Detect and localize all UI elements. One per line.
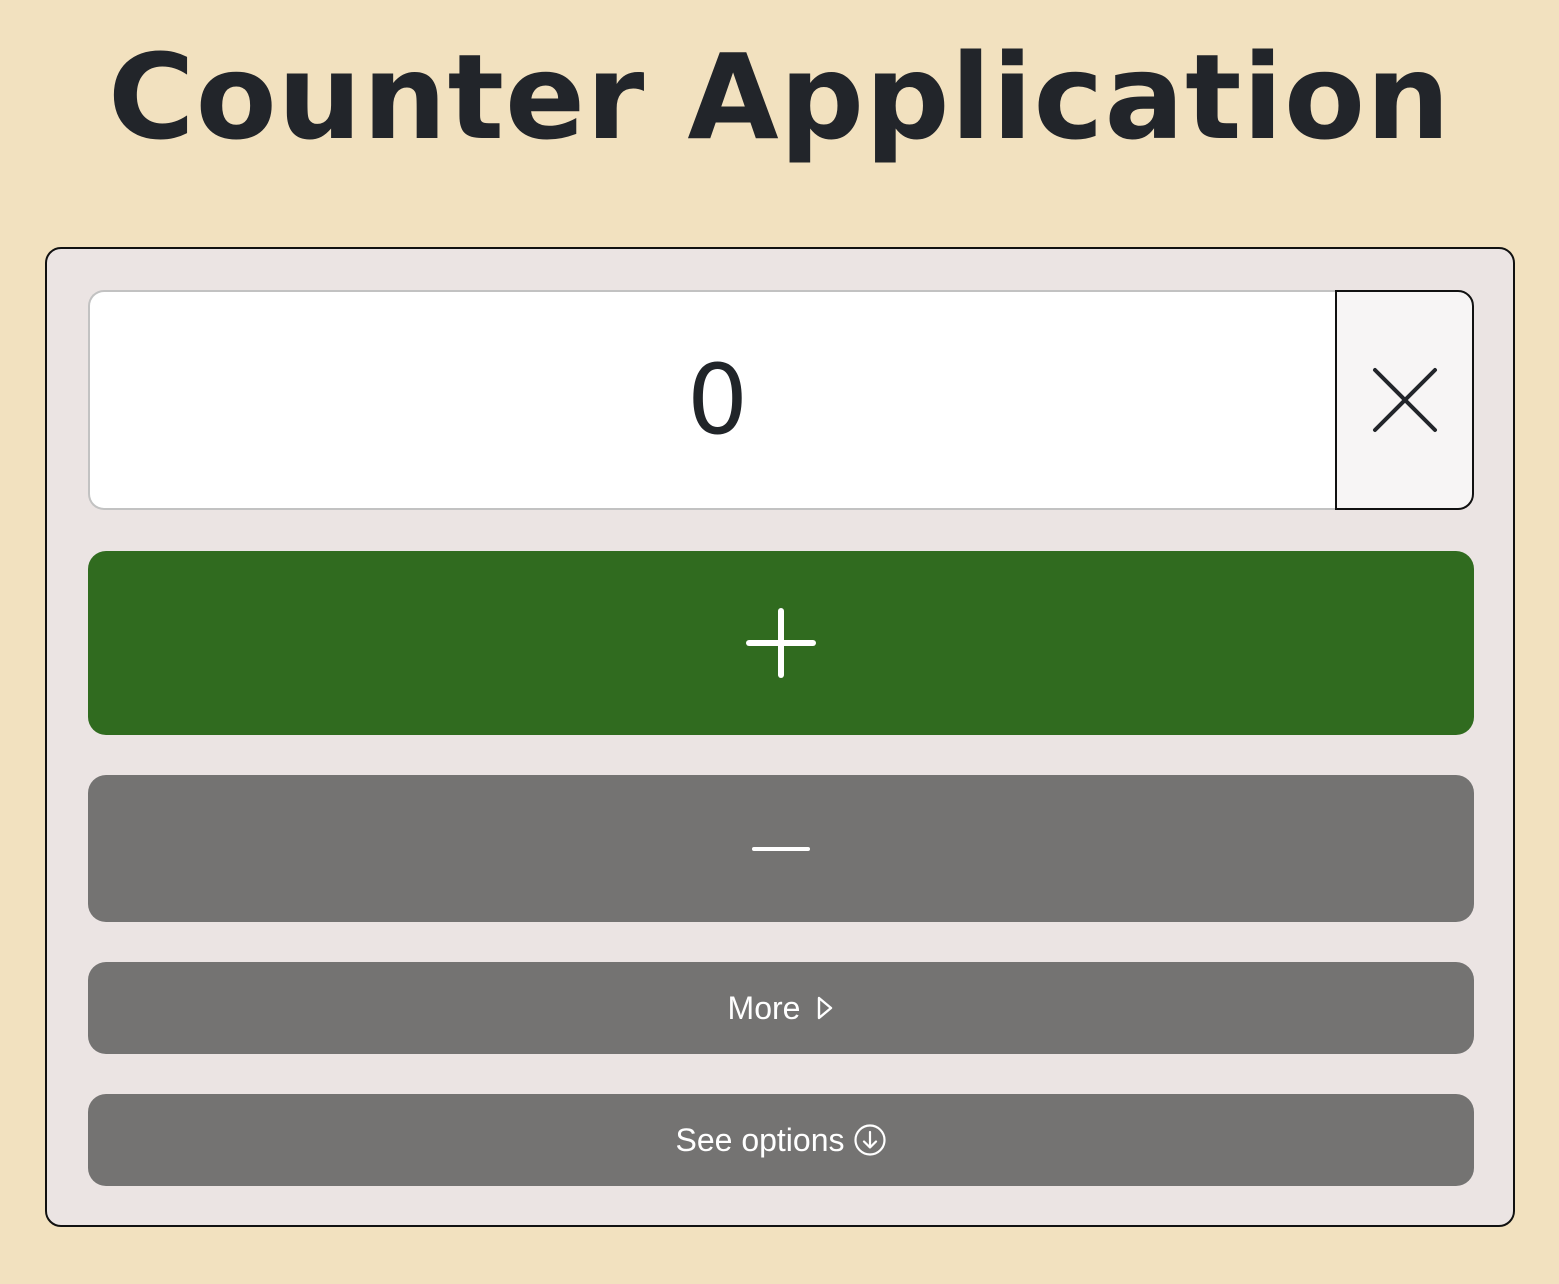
decrement-button[interactable] <box>88 775 1474 922</box>
increment-button[interactable] <box>88 551 1474 735</box>
play-outline-icon <box>816 995 834 1021</box>
arrow-down-circle-icon <box>853 1123 887 1157</box>
see-options-button-label: See options <box>675 1121 845 1158</box>
close-icon <box>1372 367 1438 433</box>
count-display: 0 <box>88 290 1335 510</box>
reset-button[interactable] <box>1335 290 1474 510</box>
plus-icon <box>746 608 816 678</box>
see-options-button[interactable]: See options <box>88 1094 1474 1186</box>
page-title: Counter Application <box>107 28 1452 166</box>
more-button-label: More <box>727 989 801 1026</box>
minus-icon <box>752 844 810 854</box>
counter-card: 0 More See options <box>45 247 1515 1227</box>
counter-display-group: 0 <box>88 290 1474 510</box>
more-button[interactable]: More <box>88 962 1474 1054</box>
